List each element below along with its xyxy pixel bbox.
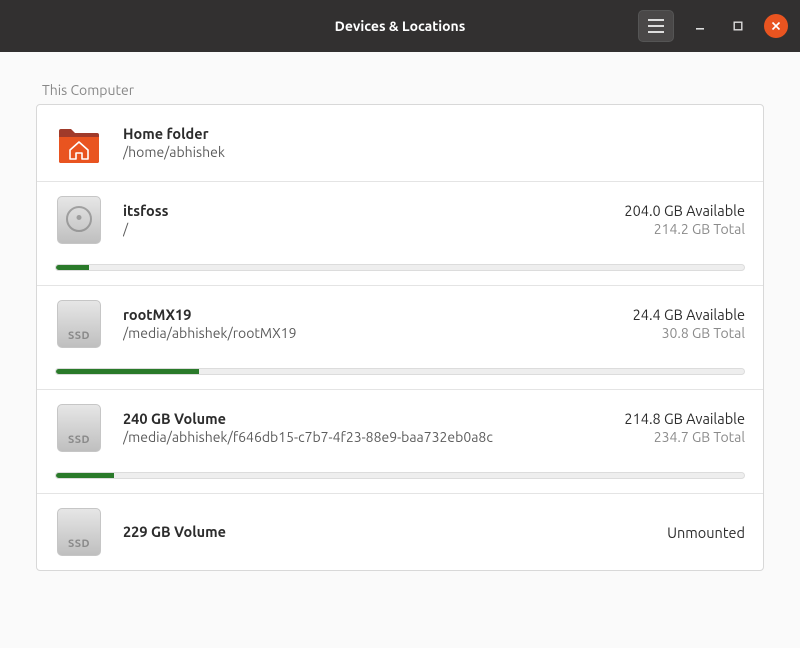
location-item-229gb[interactable]: 229 GB Volume Unmounted: [37, 494, 763, 570]
titlebar-controls: [638, 10, 788, 42]
item-path: /: [123, 220, 604, 239]
close-icon: [771, 21, 781, 31]
item-name: rootMX19: [123, 305, 613, 325]
total-label: 234.7 GB Total: [624, 428, 745, 447]
ssd-icon: [55, 300, 103, 348]
menu-button[interactable]: [638, 10, 674, 42]
usage-fill: [56, 265, 89, 270]
close-button[interactable]: [764, 14, 788, 38]
item-path: /home/abhishek: [123, 143, 745, 162]
usage-bar: [55, 264, 745, 271]
item-stats: 24.4 GB Available 30.8 GB Total: [633, 305, 745, 343]
home-folder-icon: [55, 119, 103, 167]
item-row: 229 GB Volume Unmounted: [55, 508, 745, 556]
item-stats: Unmounted: [667, 524, 745, 541]
item-text: Home folder /home/abhishek: [123, 124, 745, 162]
minimize-icon: [695, 21, 705, 31]
item-name: 229 GB Volume: [123, 522, 647, 542]
locations-list: Home folder /home/abhishek itsfoss / 204…: [36, 104, 764, 571]
item-stats: 204.0 GB Available 214.2 GB Total: [624, 201, 745, 239]
location-item-240gb[interactable]: 240 GB Volume /media/abhishek/f646db15-c…: [37, 390, 763, 494]
available-label: 204.0 GB Available: [624, 201, 745, 221]
disk-icon: [55, 196, 103, 244]
maximize-button[interactable]: [726, 14, 750, 38]
usage-fill: [56, 473, 114, 478]
location-item-rootmx19[interactable]: rootMX19 /media/abhishek/rootMX19 24.4 G…: [37, 286, 763, 390]
titlebar: Devices & Locations: [0, 0, 800, 52]
item-name: itsfoss: [123, 201, 604, 221]
hamburger-icon: [648, 19, 664, 33]
section-label: This Computer: [36, 82, 764, 98]
item-text: rootMX19 /media/abhishek/rootMX19: [123, 305, 613, 343]
item-stats: 214.8 GB Available 234.7 GB Total: [624, 409, 745, 447]
item-row: itsfoss / 204.0 GB Available 214.2 GB To…: [55, 196, 745, 244]
item-path: /media/abhishek/rootMX19: [123, 324, 613, 343]
app-window: Devices & Locations: [0, 0, 800, 648]
item-text: 229 GB Volume: [123, 522, 647, 542]
location-item-home[interactable]: Home folder /home/abhishek: [37, 105, 763, 182]
total-label: 214.2 GB Total: [624, 220, 745, 239]
total-label: 30.8 GB Total: [633, 324, 745, 343]
item-text: 240 GB Volume /media/abhishek/f646db15-c…: [123, 409, 604, 447]
usage-fill: [56, 369, 199, 374]
item-path: /media/abhishek/f646db15-c7b7-4f23-88e9-…: [123, 428, 604, 447]
minimize-button[interactable]: [688, 14, 712, 38]
item-row: Home folder /home/abhishek: [55, 119, 745, 167]
ssd-icon: [55, 404, 103, 452]
ssd-icon: [55, 508, 103, 556]
available-label: 24.4 GB Available: [633, 305, 745, 325]
status-label: Unmounted: [667, 524, 745, 541]
item-name: 240 GB Volume: [123, 409, 604, 429]
usage-bar: [55, 472, 745, 479]
item-name: Home folder: [123, 124, 745, 144]
item-text: itsfoss /: [123, 201, 604, 239]
item-row: 240 GB Volume /media/abhishek/f646db15-c…: [55, 404, 745, 452]
location-item-root[interactable]: itsfoss / 204.0 GB Available 214.2 GB To…: [37, 182, 763, 286]
available-label: 214.8 GB Available: [624, 409, 745, 429]
maximize-icon: [733, 21, 743, 31]
content-area: This Computer Home folder /home/abhishek: [0, 52, 800, 648]
item-row: rootMX19 /media/abhishek/rootMX19 24.4 G…: [55, 300, 745, 348]
usage-bar: [55, 368, 745, 375]
